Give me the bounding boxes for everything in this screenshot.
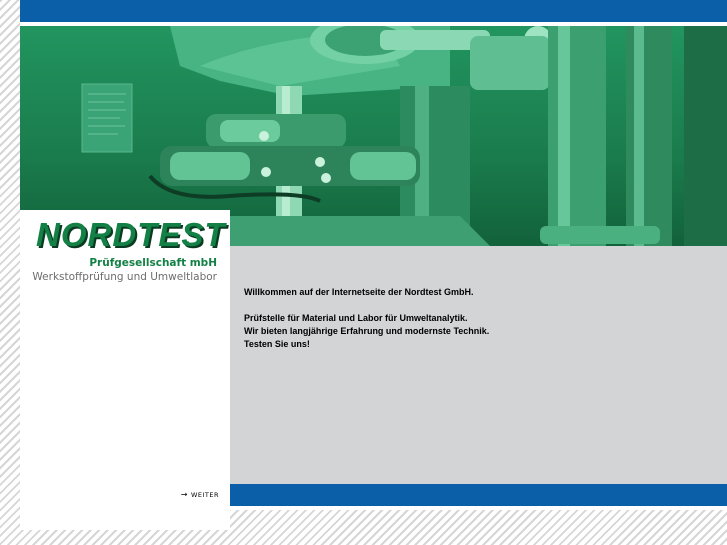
tagline-company: Prüfgesellschaft mbH [89,257,217,269]
bottom-divider [230,506,727,510]
tagline-services: Werkstoffprüfung und Umweltlabor [32,271,217,283]
nordtest-logo[interactable]: NORDTEST [36,216,225,254]
bottom-blue-bar [230,484,727,506]
intro-line-3: Testen Sie uns! [244,339,310,349]
intro-line-1: Prüfstelle für Material und Labor für Um… [244,313,468,323]
welcome-heading: Willkommen auf der Internetseite der Nor… [244,287,474,297]
welcome-text-block: Willkommen auf der Internetseite der Nor… [244,286,489,351]
top-blue-bar [20,0,727,22]
weiter-link[interactable]: → WEITER [181,490,219,499]
weiter-label: WEITER [190,491,219,499]
arrow-right-icon: → [180,490,188,499]
welcome-panel: Willkommen auf der Internetseite der Nor… [230,246,727,484]
intro-line-2: Wir bieten langjährige Erfahrung und mod… [244,326,490,336]
